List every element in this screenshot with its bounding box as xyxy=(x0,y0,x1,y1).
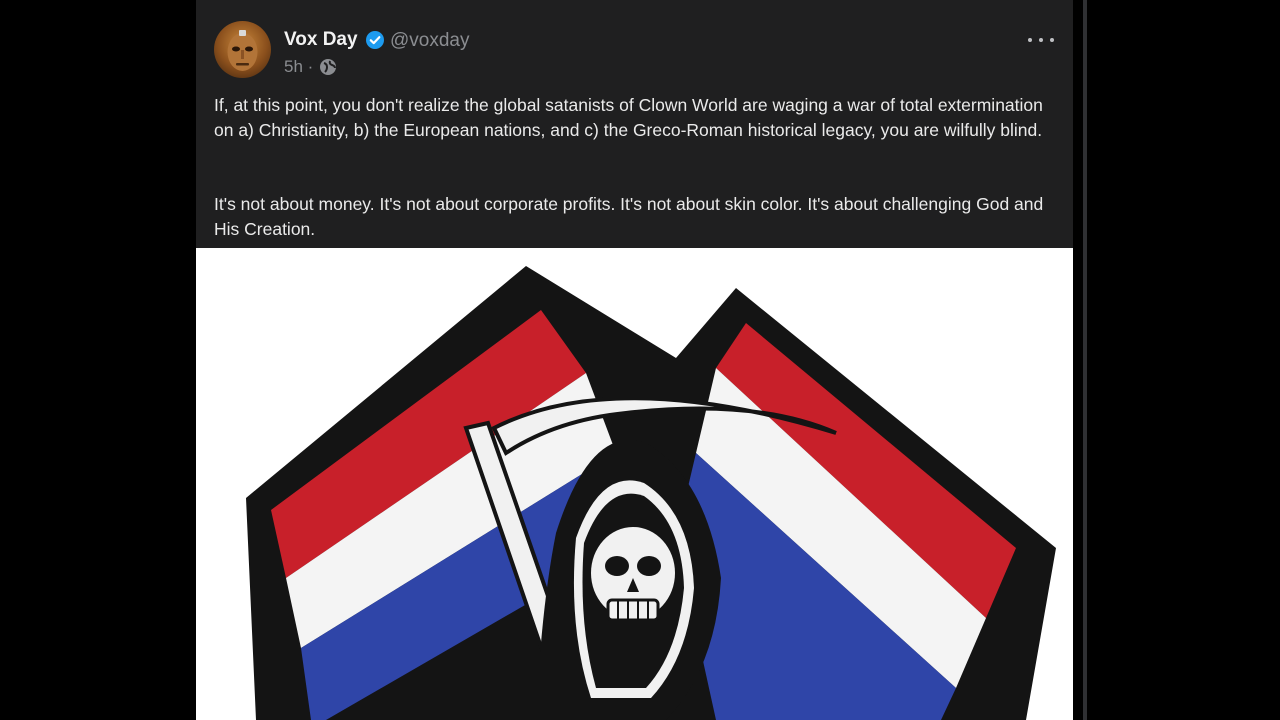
dot xyxy=(1039,38,1043,42)
verified-badge-icon xyxy=(366,31,384,49)
dot xyxy=(1050,38,1054,42)
author-handle[interactable]: @voxday xyxy=(390,30,470,52)
window-edge xyxy=(1083,0,1087,720)
more-options-icon[interactable] xyxy=(1028,30,1054,50)
post-time-value: 5h xyxy=(284,57,303,76)
author-name[interactable]: Vox Day xyxy=(284,29,358,51)
post-time[interactable]: 5h · xyxy=(284,57,313,77)
avatar[interactable] xyxy=(214,21,271,78)
post-card: Vox Day @voxday 5h · If, at this point, … xyxy=(196,0,1073,248)
reaper-flag-patch-image xyxy=(246,266,1056,720)
post-text-paragraph-1: If, at this point, you don't realize the… xyxy=(214,95,1043,140)
separator-dot: · xyxy=(307,57,314,76)
globe-icon xyxy=(320,59,336,75)
dot xyxy=(1028,38,1032,42)
post-image[interactable] xyxy=(196,248,1073,720)
post-text-paragraph-2: It's not about money. It's not about cor… xyxy=(214,194,1044,239)
